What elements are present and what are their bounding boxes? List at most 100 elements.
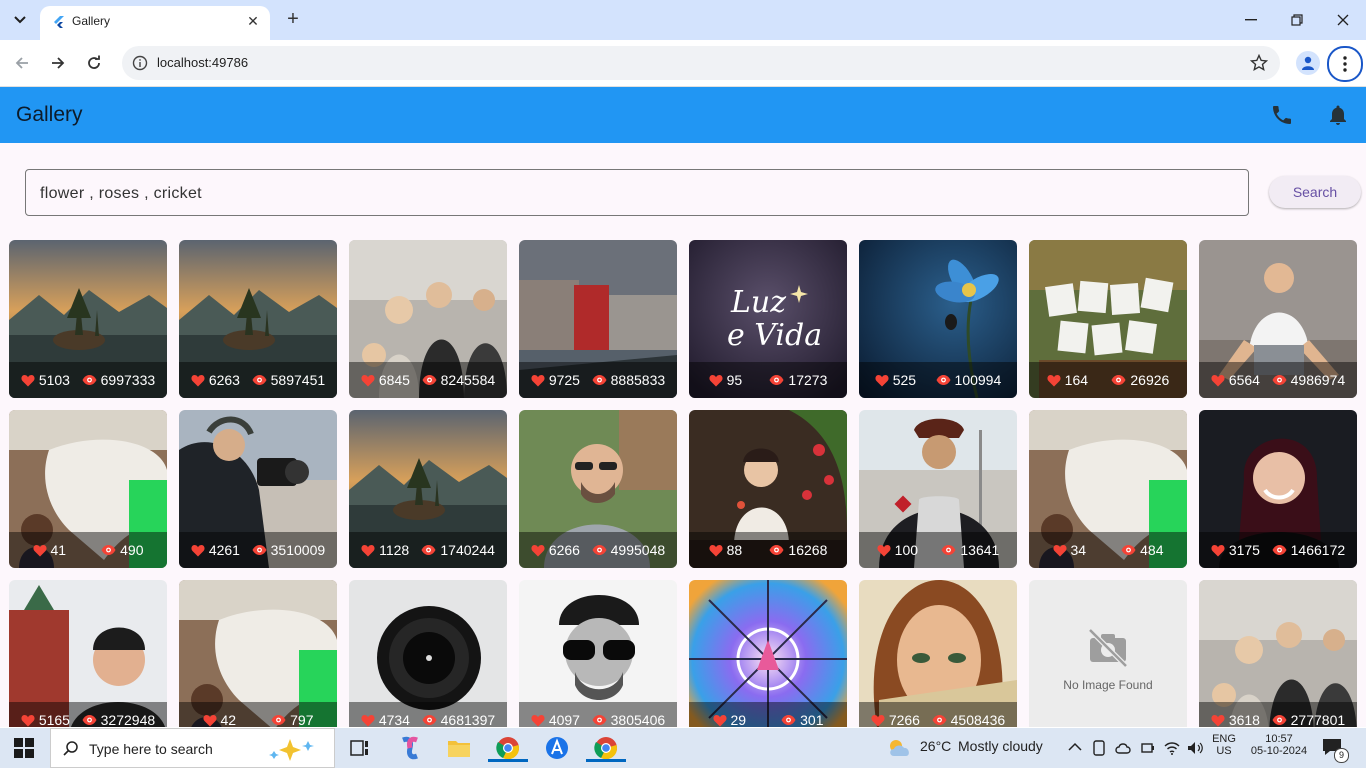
- image-card[interactable]: 6263 5897451: [179, 240, 337, 398]
- image-card[interactable]: 100 13641: [859, 410, 1017, 568]
- taskbar-search[interactable]: Type here to search: [50, 728, 335, 768]
- image-card[interactable]: 4734 4681397: [349, 580, 507, 727]
- card-stats: 525 100994: [859, 362, 1017, 398]
- language-code: ENG: [1212, 733, 1236, 745]
- eye-icon: [936, 375, 951, 385]
- eye-icon: [592, 545, 607, 555]
- image-card[interactable]: 6266 4995048: [519, 410, 677, 568]
- search-field[interactable]: [25, 169, 1249, 217]
- battery-plug-icon[interactable]: [1140, 740, 1156, 756]
- likes-stat: 42: [202, 712, 236, 727]
- image-card[interactable]: 164 26926: [1029, 240, 1187, 398]
- minimize-button[interactable]: [1228, 6, 1274, 34]
- eye-icon: [592, 375, 607, 385]
- volume-icon[interactable]: [1186, 740, 1204, 756]
- search-input[interactable]: [38, 170, 1232, 217]
- eye-icon: [82, 375, 97, 385]
- card-stats: 164 26926: [1029, 362, 1187, 398]
- clock-date: 05-10-2024: [1250, 745, 1308, 757]
- profile-button[interactable]: [1296, 51, 1320, 75]
- likes-stat: 88: [709, 542, 742, 558]
- eye-icon: [932, 715, 947, 725]
- image-card[interactable]: 4261 3510009: [179, 410, 337, 568]
- image-card[interactable]: 3175 1466172: [1199, 410, 1357, 568]
- phone-link-icon[interactable]: [1092, 740, 1106, 756]
- search-icon: [63, 741, 78, 756]
- cloud-icon[interactable]: [1114, 740, 1132, 756]
- heart-icon: [191, 544, 205, 556]
- card-stats: 4097 3805406: [519, 702, 677, 727]
- copilot-app-button[interactable]: [396, 734, 424, 762]
- heart-icon: [1052, 544, 1067, 556]
- translate-app-button[interactable]: [543, 734, 571, 762]
- notification-center-button[interactable]: 9: [1322, 738, 1349, 763]
- image-card[interactable]: 6845 8245584: [349, 240, 507, 398]
- browser-tab[interactable]: Gallery ✕: [40, 6, 270, 40]
- likes-stat: 9725: [531, 372, 580, 388]
- image-card[interactable]: 6564 4986974: [1199, 240, 1357, 398]
- new-tab-button[interactable]: +: [282, 8, 304, 30]
- heart-icon: [21, 374, 35, 386]
- views-stat: 4986974: [1272, 372, 1345, 388]
- card-stats: 3618 2777801: [1199, 702, 1357, 727]
- region-code: US: [1216, 745, 1232, 757]
- chevron-up-icon[interactable]: [1068, 742, 1082, 752]
- no-image-card[interactable]: No Image Found: [1029, 580, 1187, 727]
- back-button[interactable]: [10, 51, 34, 75]
- views-stat: 797: [271, 712, 313, 727]
- image-card[interactable]: 1128 1740244: [349, 410, 507, 568]
- windows-start-icon[interactable]: [14, 738, 34, 758]
- chrome-icon: [594, 737, 617, 760]
- image-card[interactable]: 525 100994: [859, 240, 1017, 398]
- image-card[interactable]: 5165 3272948: [9, 580, 167, 727]
- info-icon[interactable]: [132, 55, 148, 71]
- image-card[interactable]: 41 490: [9, 410, 167, 568]
- tab-close-icon[interactable]: ✕: [244, 12, 262, 30]
- file-explorer-button[interactable]: [445, 734, 473, 762]
- image-card[interactable]: 34 484: [1029, 410, 1187, 568]
- likes-stat: 5165: [21, 712, 70, 727]
- heart-icon: [871, 714, 885, 726]
- restore-icon: [1291, 14, 1303, 26]
- image-card[interactable]: 5103 6997333: [9, 240, 167, 398]
- bookmark-star-icon[interactable]: [1250, 54, 1268, 72]
- phone-icon[interactable]: [1270, 103, 1294, 127]
- weather-temp[interactable]: 26°C: [920, 738, 951, 754]
- heart-icon: [709, 544, 723, 556]
- bell-icon[interactable]: [1326, 103, 1350, 127]
- eye-icon: [941, 545, 956, 555]
- views-stat: 2777801: [1272, 712, 1345, 727]
- folder-icon: [448, 741, 470, 757]
- browser-menu-button[interactable]: [1327, 46, 1363, 82]
- address-bar[interactable]: localhost:49786: [122, 46, 1280, 80]
- views-stat: 16268: [769, 542, 827, 558]
- language-indicator[interactable]: ENG US: [1206, 733, 1242, 757]
- eye-icon: [271, 715, 286, 725]
- likes-stat: 6266: [531, 542, 580, 558]
- close-window-button[interactable]: [1320, 6, 1366, 34]
- likes-stat: 3175: [1211, 542, 1260, 558]
- task-view-button[interactable]: [346, 734, 374, 762]
- card-stats: 7266 4508436: [859, 702, 1017, 727]
- chrome-app-button[interactable]: [488, 734, 528, 762]
- image-card[interactable]: 7266 4508436: [859, 580, 1017, 727]
- image-card[interactable]: 3618 2777801: [1199, 580, 1357, 727]
- image-card[interactable]: 42 797: [179, 580, 337, 727]
- image-card[interactable]: Luz e Vida 95 17273: [689, 240, 847, 398]
- forward-button[interactable]: [46, 51, 70, 75]
- image-card[interactable]: 29 301: [689, 580, 847, 727]
- image-card[interactable]: 4097 3805406: [519, 580, 677, 727]
- wifi-icon[interactable]: [1164, 740, 1180, 756]
- chrome-app-button-2[interactable]: [586, 734, 626, 762]
- tab-search-dropdown[interactable]: [8, 8, 32, 32]
- image-card[interactable]: 88 16268: [689, 410, 847, 568]
- taskbar-search-placeholder: Type here to search: [89, 741, 213, 757]
- reload-button[interactable]: [82, 51, 106, 75]
- image-card[interactable]: 9725 8885833: [519, 240, 677, 398]
- likes-stat: 1128: [361, 542, 409, 558]
- restore-button[interactable]: [1274, 6, 1320, 34]
- app-title: Gallery: [16, 103, 83, 126]
- clock[interactable]: 10:57 05-10-2024: [1248, 733, 1310, 757]
- search-button[interactable]: Search: [1269, 176, 1361, 208]
- weather-desc[interactable]: Mostly cloudy: [958, 738, 1043, 754]
